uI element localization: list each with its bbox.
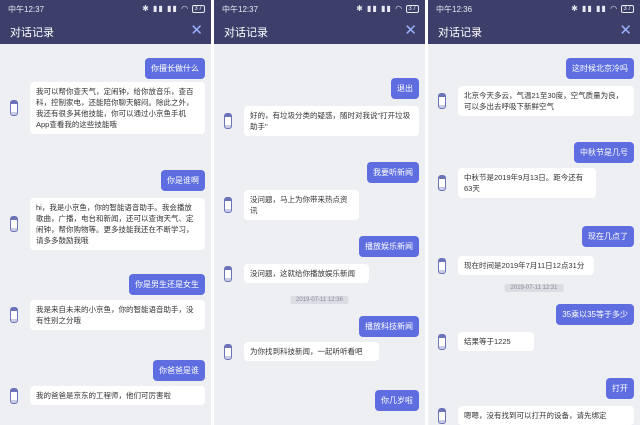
title-bar: 对话记录 ✕ [428, 18, 640, 44]
assistant-avatar-icon [224, 197, 232, 213]
battery-icon: 37 [406, 4, 419, 13]
status-icons: ✱ ▮▮ ▮▮ ◠ 37 [142, 4, 205, 13]
bot-message: hi，我是小京鱼，你的智能语音助手。我会播放歌曲，广播，电台和新闻，还可以查询天… [8, 198, 205, 250]
assistant-avatar-icon [438, 175, 446, 191]
user-message: 播放娱乐新闻 [359, 236, 419, 257]
assistant-avatar-icon [10, 100, 18, 116]
page-title: 对话记录 [10, 27, 54, 39]
status-time: 中午12:37 [8, 5, 45, 14]
close-icon[interactable]: ✕ [190, 21, 203, 39]
close-icon[interactable]: ✕ [619, 21, 632, 39]
bot-message: 我可以帮你查天气，定闹钟，给你放音乐，查百科，控制家电，还能陪你聊天解闷。除此之… [8, 82, 205, 134]
chat-list[interactable]: 你擅长做什么 我可以帮你查天气，定闹钟，给你放音乐，查百科，控制家电，还能陪你聊… [0, 44, 211, 425]
bot-message-text: 北京今天多云，气温21至30度，空气质量为良，可以多出去呼吸下新鲜空气 [458, 86, 634, 116]
user-message: 我要听新闻 [367, 162, 419, 183]
bot-message: 为你找到科技新闻，一起听听看吧 [222, 342, 419, 361]
assistant-avatar-icon [438, 407, 446, 424]
assistant-avatar-icon [10, 387, 18, 404]
user-message: 你擅长做什么 [145, 58, 205, 79]
close-icon[interactable]: ✕ [404, 21, 417, 39]
status-time: 中午12:37 [222, 5, 259, 14]
battery-icon: 37 [621, 4, 634, 13]
assistant-avatar-icon [224, 343, 232, 360]
status-time: 中午12:36 [436, 5, 473, 14]
user-message: 现在几点了 [582, 226, 634, 247]
chat-panel-2: 中午12:37 ✱ ▮▮ ▮▮ ◠ 37 对话记录 ✕ 退出 好的，有垃圾分类的… [214, 0, 425, 425]
chat-panel-3: 中午12:36 ✱ ▮▮ ▮▮ ◠ 37 对话记录 ✕ 这时候北京冷吗 北京今天… [428, 0, 640, 425]
status-bar: 中午12:37 ✱ ▮▮ ▮▮ ◠ 37 [0, 0, 211, 18]
signal-icons: ✱ ▮▮ ▮▮ ◠ [142, 4, 190, 13]
timestamp: 2019-07-11 12:36 [290, 296, 349, 304]
page-title: 对话记录 [224, 27, 268, 39]
user-message: 你几岁啦 [375, 390, 419, 411]
user-message: 这时候北京冷吗 [566, 58, 634, 79]
bot-message: 没问题，马上为你带来热点资讯 [222, 190, 419, 220]
user-message: 退出 [391, 78, 419, 99]
user-message: 35乘以35等于多少 [556, 304, 634, 325]
assistant-avatar-icon [10, 216, 18, 232]
assistant-avatar-icon [438, 257, 446, 274]
status-bar: 中午12:36 ✱ ▮▮ ▮▮ ◠ 37 [428, 0, 640, 18]
user-message: 你是谁啊 [161, 170, 205, 191]
bot-message: 没问题，这就给你播放娱乐新闻 [222, 264, 419, 283]
chat-panel-1: 中午12:37 ✱ ▮▮ ▮▮ ◠ 37 对话记录 ✕ 你擅长做什么 我可以帮你… [0, 0, 211, 425]
title-bar: 对话记录 ✕ [0, 18, 211, 44]
battery-icon: 37 [192, 4, 205, 13]
status-icons: ✱ ▮▮ ▮▮ ◠ 37 [571, 4, 634, 13]
bot-message: 现在时间是2019年7月11日12点31分 [436, 256, 634, 275]
signal-icons: ✱ ▮▮ ▮▮ ◠ [356, 4, 404, 13]
bot-message: 我是来自未来的小京鱼，你的智能语音助手，没有性别之分哦 [8, 300, 205, 330]
bot-message-text: 结果等于1225 [458, 332, 534, 351]
chat-list[interactable]: 退出 好的，有垃圾分类的疑惑，随时对我说"打开垃圾助手" 我要听新闻 没问题，马… [214, 44, 425, 425]
assistant-avatar-icon [438, 93, 446, 109]
bot-message: 嗯嗯，没有找到可以打开的设备，请先绑定 [436, 406, 634, 425]
assistant-avatar-icon [224, 113, 232, 129]
bot-message-text: 没问题，这就给你播放娱乐新闻 [244, 264, 369, 283]
user-message: 播放科技新闻 [359, 316, 419, 337]
bot-message: 结果等于1225 [436, 332, 634, 351]
chat-list[interactable]: 这时候北京冷吗 北京今天多云，气温21至30度，空气质量为良，可以多出去呼吸下新… [428, 44, 640, 425]
bot-message: 中秋节是2019年9月13日。距今还有63天 [436, 168, 634, 198]
bot-message-text: 现在时间是2019年7月11日12点31分 [458, 256, 594, 275]
signal-icons: ✱ ▮▮ ▮▮ ◠ [571, 4, 619, 13]
bot-message-text: 没问题，马上为你带来热点资讯 [244, 190, 359, 220]
user-message: 你爸爸是谁 [153, 360, 205, 381]
bot-message-text: hi，我是小京鱼，你的智能语音助手。我会播放歌曲，广播，电台和新闻，还可以查询天… [30, 198, 205, 250]
assistant-avatar-icon [438, 333, 446, 350]
user-message: 你是男生还是女生 [129, 274, 205, 295]
status-bar: 中午12:37 ✱ ▮▮ ▮▮ ◠ 37 [214, 0, 425, 18]
bot-message: 我的爸爸是京东的工程师，他们可厉害啦 [8, 386, 205, 405]
bot-message-text: 中秋节是2019年9月13日。距今还有63天 [458, 168, 596, 198]
bot-message-text: 为你找到科技新闻，一起听听看吧 [244, 342, 379, 361]
user-message: 中秋节是几号 [574, 142, 634, 163]
timestamp: 2019-07-11 12:31 [504, 284, 564, 292]
page-title: 对话记录 [438, 27, 482, 39]
user-message: 打开 [606, 378, 634, 399]
bot-message-text: 好的，有垃圾分类的疑惑，随时对我说"打开垃圾助手" [244, 106, 419, 136]
status-icons: ✱ ▮▮ ▮▮ ◠ 37 [356, 4, 419, 13]
bot-message-text: 我是来自未来的小京鱼，你的智能语音助手，没有性别之分哦 [30, 300, 205, 330]
bot-message-text: 我的爸爸是京东的工程师，他们可厉害啦 [30, 386, 205, 405]
bot-message: 北京今天多云，气温21至30度，空气质量为良，可以多出去呼吸下新鲜空气 [436, 86, 634, 116]
bot-message-text: 我可以帮你查天气，定闹钟，给你放音乐，查百科，控制家电，还能陪你聊天解闷。除此之… [30, 82, 205, 134]
bot-message: 好的，有垃圾分类的疑惑，随时对我说"打开垃圾助手" [222, 106, 419, 136]
assistant-avatar-icon [224, 265, 232, 282]
title-bar: 对话记录 ✕ [214, 18, 425, 44]
bot-message-text: 嗯嗯，没有找到可以打开的设备，请先绑定 [458, 406, 634, 425]
assistant-avatar-icon [10, 307, 18, 323]
